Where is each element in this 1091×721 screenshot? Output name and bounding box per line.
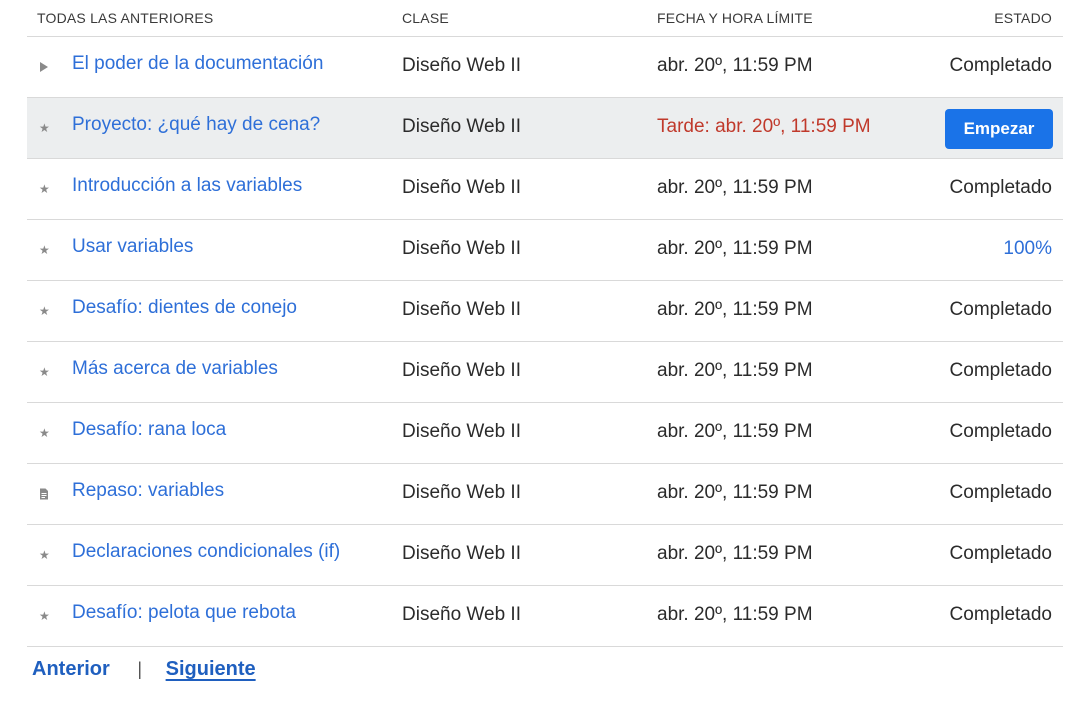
table-row: ★ Más acerca de variables Diseño Web II … (27, 342, 1063, 403)
table-row: ★ Usar variables Diseño Web II abr. 20º,… (27, 220, 1063, 281)
assignment-due-date: abr. 20º, 11:59 PM (657, 604, 813, 625)
table-row: ★ Desafío: rana loca Diseño Web II abr. … (27, 403, 1063, 464)
star-icon: ★ (39, 426, 50, 440)
assignment-title-link[interactable]: Introducción a las variables (72, 175, 302, 197)
assignment-title-link[interactable]: Más acerca de variables (72, 358, 278, 380)
assignment-class: Diseño Web II (402, 116, 521, 137)
assignment-title-link[interactable]: Desafío: pelota que rebota (72, 602, 296, 624)
header-due-date: FECHA Y HORA LÍMITE (657, 10, 813, 26)
assignment-title-link[interactable]: Proyecto: ¿qué hay de cena? (72, 114, 320, 136)
document-icon (39, 488, 49, 500)
assignment-class: Diseño Web II (402, 238, 521, 259)
star-icon: ★ (39, 548, 50, 562)
assignment-due-date: abr. 20º, 11:59 PM (657, 177, 813, 198)
assignment-status: Completado (949, 421, 1052, 442)
assignment-due-date: abr. 20º, 11:59 PM (657, 421, 813, 442)
assignment-status: Completado (949, 482, 1052, 503)
assignment-due-date: abr. 20º, 11:59 PM (657, 238, 813, 259)
assignment-due-date: abr. 20º, 11:59 PM (657, 543, 813, 564)
assignment-title-link[interactable]: El poder de la documentación (72, 53, 323, 75)
table-row: ★ Introducción a las variables Diseño We… (27, 159, 1063, 220)
next-page-link[interactable]: Siguiente (166, 658, 256, 680)
assignment-status-percent[interactable]: 100% (1003, 238, 1052, 260)
assignment-class: Diseño Web II (402, 604, 521, 625)
assignment-due-date: abr. 20º, 11:59 PM (657, 482, 813, 503)
assignment-title-link[interactable]: Desafío: rana loca (72, 419, 226, 441)
assignment-due-date: abr. 20º, 11:59 PM (657, 360, 813, 381)
header-class: CLASE (402, 10, 449, 26)
table-row: ★ Desafío: pelota que rebota Diseño Web … (27, 586, 1063, 647)
star-icon: ★ (39, 609, 50, 623)
assignment-status: Completado (949, 55, 1052, 76)
assignment-class: Diseño Web II (402, 421, 521, 442)
table-header: TODAS LAS ANTERIORES CLASE FECHA Y HORA … (27, 0, 1063, 37)
table-row: El poder de la documentación Diseño Web … (27, 37, 1063, 98)
assignment-class: Diseño Web II (402, 360, 521, 381)
assignment-title-link[interactable]: Usar variables (72, 236, 193, 258)
assignment-due-date: abr. 20º, 11:59 PM (657, 299, 813, 320)
assignment-status: Completado (949, 177, 1052, 198)
assignment-status: Completado (949, 299, 1052, 320)
assignment-status: Completado (949, 360, 1052, 381)
assignments-table: TODAS LAS ANTERIORES CLASE FECHA Y HORA … (27, 0, 1063, 647)
assignment-class: Diseño Web II (402, 177, 521, 198)
pagination: Anterior | Siguiente (32, 658, 256, 681)
play-triangle-icon[interactable] (39, 61, 49, 73)
assignment-title-link[interactable]: Declaraciones condicionales (if) (72, 541, 340, 563)
assignment-title-link[interactable]: Desafío: dientes de conejo (72, 297, 297, 319)
star-icon: ★ (39, 182, 50, 196)
star-icon: ★ (39, 304, 50, 318)
assignment-due-date: abr. 20º, 11:59 PM (657, 55, 813, 76)
star-icon: ★ (39, 365, 50, 379)
pagination-separator: | (137, 659, 143, 679)
assignment-class: Diseño Web II (402, 482, 521, 503)
assignment-class: Diseño Web II (402, 543, 521, 564)
table-row: ★ Desafío: dientes de conejo Diseño Web … (27, 281, 1063, 342)
assignment-status: Completado (949, 604, 1052, 625)
table-row: ★ Declaraciones condicionales (if) Diseñ… (27, 525, 1063, 586)
star-icon: ★ (39, 243, 50, 257)
assignment-due-date-late: Tarde: abr. 20º, 11:59 PM (657, 116, 871, 137)
assignment-title-link[interactable]: Repaso: variables (72, 480, 224, 502)
table-row: Repaso: variables Diseño Web II abr. 20º… (27, 464, 1063, 525)
previous-page-link[interactable]: Anterior (32, 658, 110, 680)
start-button[interactable]: Empezar (945, 109, 1053, 149)
star-icon: ★ (39, 121, 50, 135)
table-row: ★ Proyecto: ¿qué hay de cena? Diseño Web… (27, 98, 1063, 159)
assignment-class: Diseño Web II (402, 299, 521, 320)
assignment-status: Completado (949, 543, 1052, 564)
header-status: ESTADO (994, 10, 1052, 26)
header-title: TODAS LAS ANTERIORES (37, 10, 214, 26)
assignment-class: Diseño Web II (402, 55, 521, 76)
